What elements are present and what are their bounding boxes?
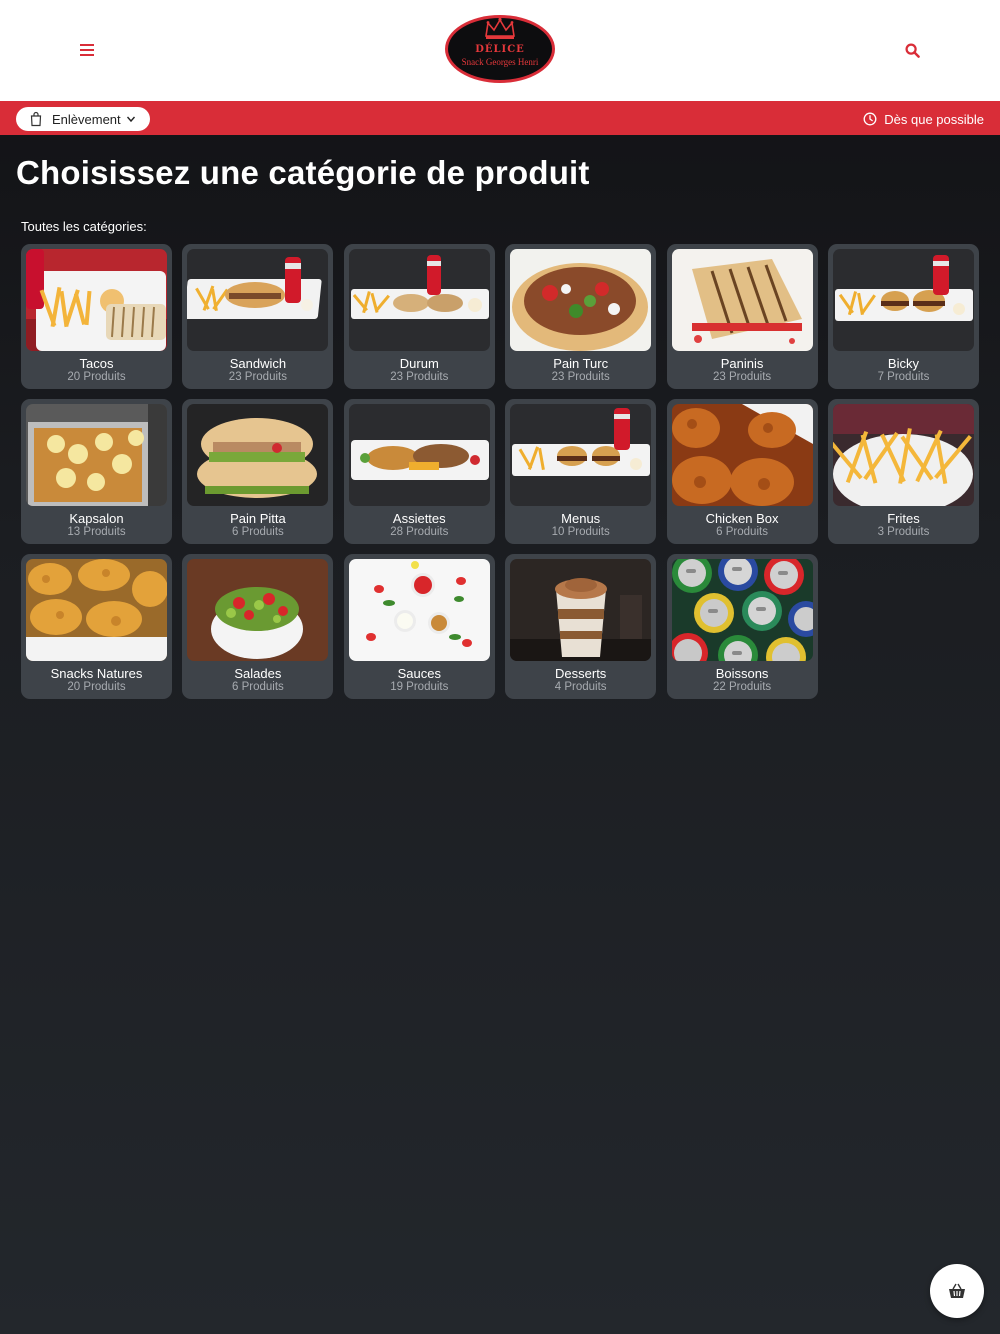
cart-button[interactable] xyxy=(930,1264,984,1318)
category-product-count: 6 Produits xyxy=(716,526,768,538)
category-card-salades[interactable]: Salades 6 Produits xyxy=(182,554,334,699)
category-name: Frites xyxy=(887,511,920,526)
category-product-count: 3 Produits xyxy=(877,526,930,538)
logo-brand-name: DÉLICE xyxy=(475,44,525,55)
category-card-durum[interactable]: Durum 23 Produits xyxy=(343,244,495,389)
category-name: Paninis xyxy=(720,356,764,371)
category-product-count: 20 Produits xyxy=(67,681,126,693)
category-image-bicky xyxy=(832,249,974,351)
category-card-pain-pitta[interactable]: Pain Pitta 6 Produits xyxy=(182,399,334,544)
category-card-sandwich[interactable]: Sandwich 23 Produits xyxy=(182,244,334,389)
category-product-count: 22 Produits xyxy=(712,681,772,693)
category-product-count: 10 Produits xyxy=(551,526,610,538)
category-card-desserts[interactable]: Desserts 4 Produits xyxy=(505,554,657,699)
order-mode-label: Enlèvement xyxy=(52,111,121,127)
category-name: Pain Pitta xyxy=(230,511,286,526)
category-card-frites[interactable]: Frites 3 Produits xyxy=(827,399,979,544)
brand-logo[interactable]: DÉLICE Snack Georges Henri xyxy=(444,14,556,84)
categories-section-label: Toutes les catégories: xyxy=(21,219,147,234)
category-name: Desserts xyxy=(555,666,607,681)
category-image-sandwich xyxy=(187,249,329,351)
order-time-selector[interactable]: Dès que possible xyxy=(863,110,984,128)
category-product-count: 23 Produits xyxy=(390,371,449,383)
category-product-count: 23 Produits xyxy=(551,371,610,383)
order-time-label: Dès que possible xyxy=(884,111,984,127)
category-card-snacks-natures[interactable]: Snacks Natures 20 Produits xyxy=(21,554,172,699)
category-product-count: 6 Produits xyxy=(232,526,284,538)
category-image-assiettes xyxy=(348,404,490,506)
category-card-sauces[interactable]: Sauces 19 Produits xyxy=(343,554,495,699)
category-image-salades xyxy=(187,559,329,661)
category-image-kapsalon xyxy=(26,404,167,506)
category-product-count: 19 Produits xyxy=(390,681,449,693)
site-header: DÉLICE Snack Georges Henri xyxy=(0,0,1000,101)
category-card-assiettes[interactable]: Assiettes 28 Produits xyxy=(343,399,495,544)
menu-button[interactable] xyxy=(76,38,98,62)
order-mode-dropdown[interactable]: Enlèvement xyxy=(16,107,150,131)
category-name: Snacks Natures xyxy=(50,666,143,681)
category-name: Assiettes xyxy=(392,511,446,526)
category-name: Boissons xyxy=(715,666,769,681)
category-card-chicken-box[interactable]: Chicken Box 6 Produits xyxy=(666,399,818,544)
category-product-count: 13 Produits xyxy=(67,526,126,538)
category-product-count: 28 Produits xyxy=(390,526,449,538)
category-card-paninis[interactable]: Paninis 23 Produits xyxy=(666,244,818,389)
search-button[interactable] xyxy=(900,38,924,62)
category-name: Chicken Box xyxy=(705,511,779,526)
category-name: Durum xyxy=(399,356,439,371)
category-name: Kapsalon xyxy=(69,511,124,526)
category-product-count: 23 Produits xyxy=(712,371,772,383)
category-image-tacos xyxy=(26,249,167,351)
category-product-count: 23 Produits xyxy=(228,371,287,383)
shopping-bag-icon xyxy=(30,111,42,127)
category-card-boissons[interactable]: Boissons 22 Produits xyxy=(666,554,818,699)
category-name: Sandwich xyxy=(229,356,287,371)
category-image-pain-turc xyxy=(510,249,652,351)
logo-tagline: Snack Georges Henri xyxy=(461,57,539,67)
category-image-desserts xyxy=(510,559,652,661)
category-image-menus xyxy=(510,404,652,506)
category-product-count: 6 Produits xyxy=(232,681,284,693)
category-image-pain-pitta xyxy=(187,404,329,506)
chevron-down-icon xyxy=(126,116,135,123)
basket-icon xyxy=(949,1283,965,1298)
category-image-durum xyxy=(348,249,490,351)
category-name: Tacos xyxy=(79,356,114,371)
category-card-bicky[interactable]: Bicky 7 Produits xyxy=(827,244,979,389)
category-grid: Tacos 20 Produits Sandwich 23 Produits D… xyxy=(21,244,981,699)
category-image-frites xyxy=(832,404,974,506)
category-name: Salades xyxy=(234,666,282,681)
clock-icon xyxy=(863,112,877,126)
category-name: Pain Turc xyxy=(553,356,609,371)
hamburger-icon xyxy=(80,44,94,56)
category-product-count: 20 Produits xyxy=(67,371,126,383)
search-icon xyxy=(904,42,920,58)
category-image-paninis xyxy=(671,249,813,351)
order-options-bar: Enlèvement Dès que possible xyxy=(0,101,1000,135)
category-image-snacks-natures xyxy=(26,559,167,661)
category-image-chicken-box xyxy=(671,404,813,506)
category-name: Sauces xyxy=(397,666,441,681)
category-product-count: 4 Produits xyxy=(554,681,607,693)
category-name: Menus xyxy=(561,511,601,526)
category-image-sauces xyxy=(348,559,490,661)
category-card-pain-turc[interactable]: Pain Turc 23 Produits xyxy=(505,244,657,389)
category-card-menus[interactable]: Menus 10 Produits xyxy=(505,399,657,544)
category-name: Bicky xyxy=(887,356,919,371)
category-product-count: 7 Produits xyxy=(877,371,930,383)
category-card-tacos[interactable]: Tacos 20 Produits xyxy=(21,244,172,389)
page-title: Choisissez une catégorie de produit xyxy=(16,154,590,191)
category-image-boissons xyxy=(671,559,813,661)
category-card-kapsalon[interactable]: Kapsalon 13 Produits xyxy=(21,399,172,544)
